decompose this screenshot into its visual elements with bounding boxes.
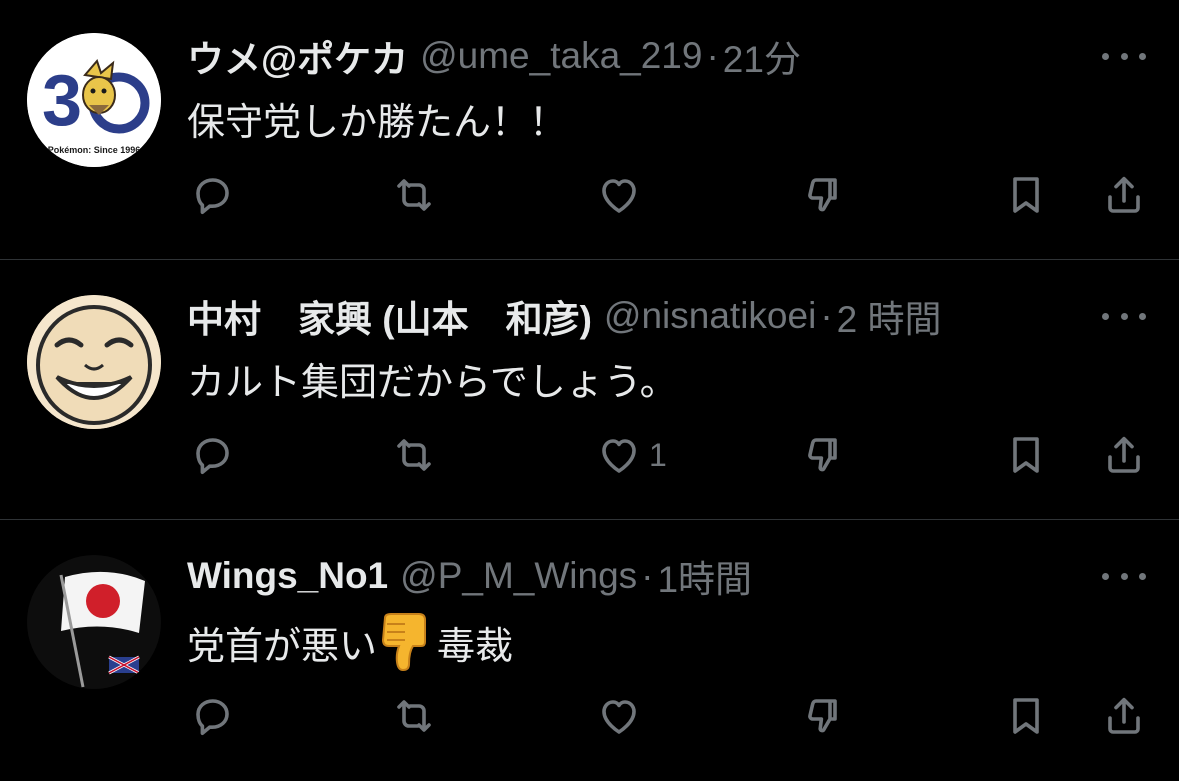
retweet-button[interactable]: [390, 430, 438, 480]
separator-dot: ·: [820, 295, 833, 336]
like-count: 1: [649, 436, 667, 473]
display-name[interactable]: ウメ@ポケカ: [187, 29, 408, 83]
reply-button[interactable]: [188, 170, 236, 220]
retweet-icon: [390, 431, 438, 479]
avatar[interactable]: [27, 295, 161, 429]
retweet-icon: [390, 692, 438, 740]
timestamp[interactable]: 2 時間: [837, 289, 942, 343]
bookmark-icon: [1002, 692, 1050, 740]
display-name[interactable]: 中村 家興 (山本 和彦): [187, 289, 592, 343]
reply-icon: [188, 431, 236, 479]
display-name[interactable]: Wings_No1: [187, 555, 388, 597]
share-button[interactable]: [1100, 170, 1148, 220]
share-button[interactable]: [1100, 691, 1148, 741]
handle[interactable]: @nisnatikoei: [604, 295, 816, 337]
more-options-icon[interactable]: [1102, 306, 1146, 326]
more-options-icon[interactable]: [1102, 566, 1146, 586]
tweet-header: Wings_No1 @P_M_Wings · 1時間: [187, 551, 752, 601]
retweet-icon: [390, 171, 438, 219]
like-button[interactable]: 1: [595, 430, 667, 480]
bookmark-button[interactable]: [1002, 170, 1050, 220]
more-options-icon[interactable]: [1102, 46, 1146, 66]
heart-icon: [595, 431, 643, 479]
avatar-caption: Pokémon: Since 1996: [48, 145, 141, 155]
tweet-text: カルト集団だからでしょう。: [187, 361, 678, 404]
laughing-face-icon: [27, 295, 161, 429]
tweet-actions: 1: [0, 430, 1179, 480]
svg-text:3: 3: [42, 61, 82, 141]
reply-button[interactable]: [188, 691, 236, 741]
like-button[interactable]: [595, 170, 649, 220]
reply-button[interactable]: [188, 430, 236, 480]
tweet[interactable]: 中村 家興 (山本 和彦) @nisnatikoei · 2 時間 カルト集団だ…: [0, 260, 1179, 520]
heart-icon: [595, 171, 643, 219]
dislike-button[interactable]: [800, 170, 848, 220]
tweet-actions: [0, 170, 1179, 220]
tweet-actions: [0, 691, 1179, 741]
tweet-text-after: 毒裁: [437, 625, 514, 668]
timestamp[interactable]: 21分: [723, 29, 801, 83]
tweet-text: 党首が悪い 毒裁: [187, 610, 513, 674]
bookmark-button[interactable]: [1002, 430, 1050, 480]
tweet-text: 保守党しか勝たん！！: [187, 101, 568, 144]
tweet-text-before: 党首が悪い: [187, 625, 378, 668]
bookmark-button[interactable]: [1002, 691, 1050, 741]
tweet-header: 中村 家興 (山本 和彦) @nisnatikoei · 2 時間: [187, 291, 942, 341]
share-icon: [1100, 431, 1148, 479]
share-icon: [1100, 692, 1148, 740]
share-icon: [1100, 171, 1148, 219]
timestamp[interactable]: 1時間: [657, 549, 752, 603]
tweet-header: ウメ@ポケカ @ume_taka_219 · 21分: [187, 31, 801, 81]
tweet[interactable]: Wings_No1 @P_M_Wings · 1時間 党首が悪い 毒裁: [0, 520, 1179, 781]
heart-icon: [595, 692, 643, 740]
handle[interactable]: @P_M_Wings: [400, 555, 637, 597]
bookmark-icon: [1002, 431, 1050, 479]
timeline-feed: 3 Pokémon: Since 1996 ウメ@ポケカ @ume_taka_2…: [0, 0, 1179, 781]
thumbs-down-emoji-icon: [382, 613, 427, 672]
reply-icon: [188, 692, 236, 740]
thumbs-down-icon: [800, 431, 848, 479]
retweet-button[interactable]: [390, 170, 438, 220]
pokemon-30th-logo-icon: 3 Pokémon: Since 1996: [27, 33, 161, 167]
handle[interactable]: @ume_taka_219: [420, 35, 702, 77]
dislike-button[interactable]: [800, 430, 848, 480]
separator-dot: ·: [641, 555, 654, 596]
thumbs-down-icon: [800, 171, 848, 219]
avatar[interactable]: 3 Pokémon: Since 1996: [27, 33, 161, 167]
dislike-button[interactable]: [800, 691, 848, 741]
tweet[interactable]: 3 Pokémon: Since 1996 ウメ@ポケカ @ume_taka_2…: [0, 0, 1179, 260]
avatar[interactable]: [27, 555, 161, 689]
share-button[interactable]: [1100, 430, 1148, 480]
bookmark-icon: [1002, 171, 1050, 219]
retweet-button[interactable]: [390, 691, 438, 741]
reply-icon: [188, 171, 236, 219]
like-button[interactable]: [595, 691, 649, 741]
thumbs-down-icon: [800, 692, 848, 740]
japan-flag-icon: [27, 555, 161, 689]
separator-dot: ·: [706, 35, 719, 76]
